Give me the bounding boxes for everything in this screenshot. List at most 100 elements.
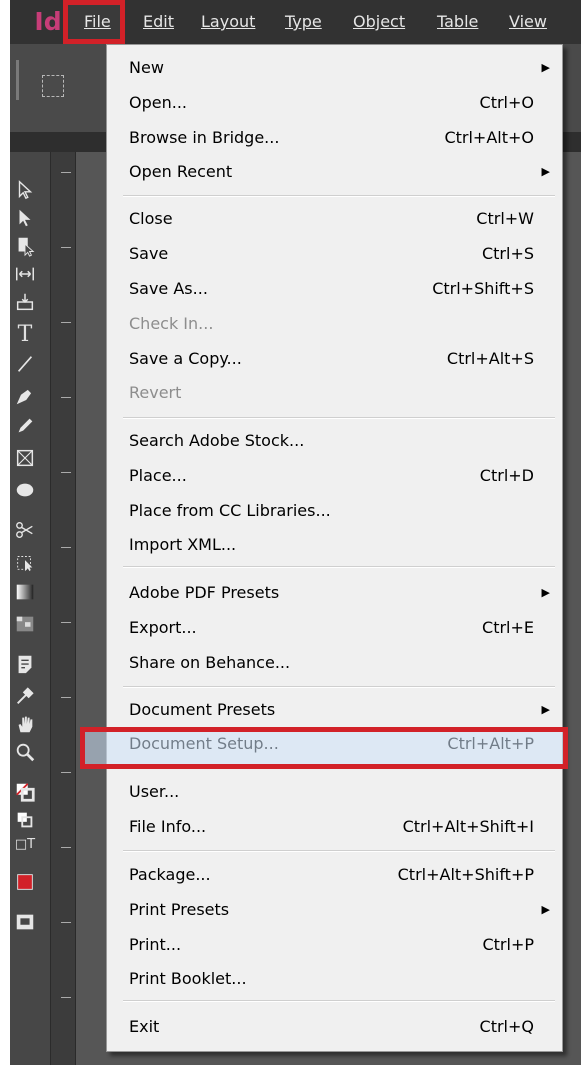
- menu-item-label: Browse in Bridge...: [129, 128, 280, 147]
- menu-item-label: Place...: [129, 466, 187, 485]
- menu-item-label: Share on Behance...: [129, 653, 291, 672]
- menu-item-shortcut: Ctrl+Alt+Shift+I: [402, 817, 534, 836]
- menu-item-label: File Info...: [129, 817, 207, 836]
- menu-item-new[interactable]: New ▶: [107, 50, 562, 85]
- indesign-window: Id File Edit Layout Type Object Table Vi…: [0, 0, 581, 1065]
- submenu-arrow-icon: ▶: [541, 903, 550, 916]
- menu-item-label: User...: [129, 782, 180, 801]
- formatting-affects-icon[interactable]: □T: [10, 830, 40, 858]
- selection-tool-icon[interactable]: [10, 176, 40, 204]
- page-tool-icon[interactable]: [10, 232, 40, 260]
- menu-item-print[interactable]: Print... Ctrl+P: [107, 927, 562, 962]
- menu-item-shortcut: Ctrl+Alt+S: [446, 349, 534, 368]
- menu-item-label: Search Adobe Stock...: [129, 431, 305, 450]
- menu-item-label: Check In...: [129, 314, 214, 333]
- menu-item-label: Exit: [129, 1017, 160, 1036]
- menu-layout[interactable]: Layout: [201, 0, 255, 44]
- line-tool-icon[interactable]: [10, 350, 40, 378]
- menu-item-label: Open Recent: [129, 162, 233, 181]
- menu-item-document-presets[interactable]: Document Presets ▶: [107, 692, 562, 727]
- menu-separator: [123, 1000, 555, 1002]
- gap-tool-icon[interactable]: [10, 260, 40, 288]
- menu-table[interactable]: Table: [437, 0, 478, 44]
- menu-item-exit[interactable]: Exit Ctrl+Q: [107, 1009, 562, 1044]
- pencil-tool-icon[interactable]: [10, 412, 40, 440]
- menu-item-adobe-pdf-presets[interactable]: Adobe PDF Presets ▶: [107, 575, 562, 610]
- menu-item-search-adobe-stock[interactable]: Search Adobe Stock...: [107, 423, 562, 458]
- vertical-ruler[interactable]: [51, 152, 76, 1065]
- menu-separator: [123, 850, 555, 852]
- screen-mode-icon[interactable]: [10, 908, 40, 936]
- menu-item-place[interactable]: Place... Ctrl+D: [107, 458, 562, 493]
- menu-item-label: Package...: [129, 865, 211, 884]
- file-menu-dropdown: New ▶ Open... Ctrl+O Browse in Bridge... Ctrl…: [106, 44, 563, 1052]
- menu-item-file-info[interactable]: File Info... Ctrl+Alt+Shift+I: [107, 809, 562, 844]
- menu-item-label: Print Presets: [129, 900, 230, 919]
- type-tool-icon[interactable]: T: [10, 320, 40, 348]
- menu-item-shortcut: Ctrl+S: [481, 244, 534, 263]
- menu-item-shortcut: Ctrl+Alt+Shift+P: [397, 865, 534, 884]
- menu-object[interactable]: Object: [353, 0, 405, 44]
- menu-item-package[interactable]: Package... Ctrl+Alt+Shift+P: [107, 857, 562, 892]
- reference-point-icon[interactable]: [42, 75, 64, 97]
- eyedropper-tool-icon[interactable]: [10, 682, 40, 710]
- menu-item-shortcut: Ctrl+D: [479, 466, 534, 485]
- menu-item-label: Save: [129, 244, 169, 263]
- menu-item-share-on-behance[interactable]: Share on Behance...: [107, 645, 562, 680]
- menu-item-shortcut: Ctrl+P: [482, 935, 534, 954]
- fill-stroke-icon[interactable]: [10, 778, 40, 806]
- menu-item-label: Place from CC Libraries...: [129, 501, 331, 520]
- menu-item-shortcut: Ctrl+Q: [479, 1017, 534, 1036]
- menu-item-check-in: Check In...: [107, 306, 562, 341]
- menu-file[interactable]: File: [84, 0, 111, 44]
- hand-tool-icon[interactable]: [10, 710, 40, 738]
- document-setup-highlight: [80, 727, 568, 769]
- menu-edit[interactable]: Edit: [143, 0, 174, 44]
- menu-item-label: Print Booklet...: [129, 969, 247, 988]
- menu-item-label: Export...: [129, 618, 197, 637]
- submenu-arrow-icon: ▶: [541, 61, 550, 74]
- menu-item-save-a-copy[interactable]: Save a Copy... Ctrl+Alt+S: [107, 341, 562, 376]
- menu-item-export[interactable]: Export... Ctrl+E: [107, 610, 562, 645]
- gradient-swatch-tool-icon[interactable]: [10, 578, 40, 606]
- menu-item-label: Revert: [129, 383, 182, 402]
- menu-item-label: Save As...: [129, 279, 208, 298]
- menu-type[interactable]: Type: [285, 0, 322, 44]
- menu-view[interactable]: View: [509, 0, 547, 44]
- pen-tool-icon[interactable]: [10, 382, 40, 410]
- menu-item-open[interactable]: Open... Ctrl+O: [107, 85, 562, 120]
- submenu-arrow-icon: ▶: [541, 586, 550, 599]
- menu-item-print-booklet[interactable]: Print Booklet...: [107, 961, 562, 996]
- free-transform-tool-icon[interactable]: [10, 548, 40, 576]
- ellipse-tool-icon[interactable]: [10, 476, 40, 504]
- scissors-tool-icon[interactable]: [10, 516, 40, 544]
- menu-item-shortcut: Ctrl+W: [476, 209, 534, 228]
- apply-color-icon[interactable]: [10, 868, 40, 896]
- menu-item-import-xml[interactable]: Import XML...: [107, 527, 562, 562]
- menu-separator: [123, 566, 555, 568]
- menu-item-browse-in-bridge[interactable]: Browse in Bridge... Ctrl+Alt+O: [107, 120, 562, 155]
- content-collector-icon[interactable]: [10, 288, 40, 316]
- menu-item-save-as[interactable]: Save As... Ctrl+Shift+S: [107, 271, 562, 306]
- menu-item-close[interactable]: Close Ctrl+W: [107, 201, 562, 236]
- menu-item-label: Save a Copy...: [129, 349, 242, 368]
- menu-item-label: Close: [129, 209, 173, 228]
- rectangle-frame-tool-icon[interactable]: [10, 444, 40, 472]
- menu-item-user[interactable]: User...: [107, 774, 562, 809]
- gradient-feather-tool-icon[interactable]: [10, 610, 40, 638]
- menu-item-shortcut: Ctrl+Alt+O: [444, 128, 534, 147]
- menu-item-place-from-cc-libraries[interactable]: Place from CC Libraries...: [107, 493, 562, 528]
- note-tool-icon[interactable]: [10, 650, 40, 678]
- submenu-arrow-icon: ▶: [541, 165, 550, 178]
- menu-item-shortcut: Ctrl+E: [482, 618, 534, 637]
- menu-item-label: Open...: [129, 93, 187, 112]
- direct-selection-tool-icon[interactable]: [10, 204, 40, 232]
- zoom-tool-icon[interactable]: [10, 738, 40, 766]
- menu-item-save[interactable]: Save Ctrl+S: [107, 236, 562, 271]
- menu-item-print-presets[interactable]: Print Presets ▶: [107, 892, 562, 927]
- panel-grip-handle[interactable]: [16, 60, 19, 100]
- menu-item-label: Print...: [129, 935, 182, 954]
- menu-item-open-recent[interactable]: Open Recent ▶: [107, 154, 562, 189]
- menu-item-label: Document Presets: [129, 700, 276, 719]
- menu-separator: [123, 417, 555, 419]
